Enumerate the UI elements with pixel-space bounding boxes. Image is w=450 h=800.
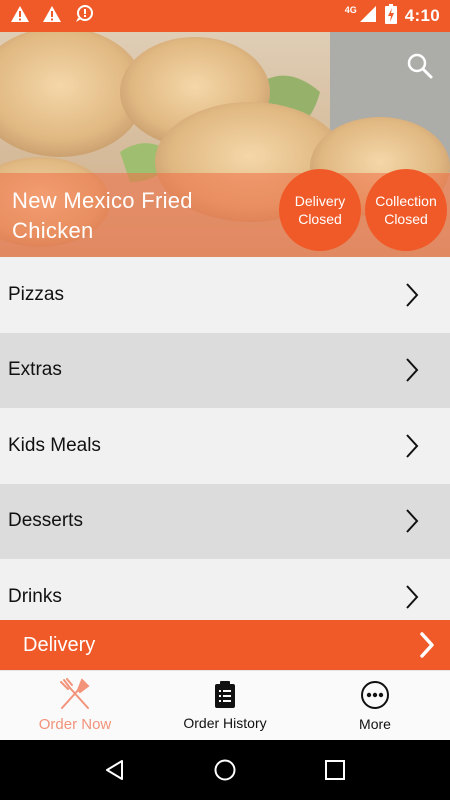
signal-icon [359,5,377,28]
network-type: 4G [344,5,357,15]
delivery-mode-button[interactable]: Delivery [0,620,450,670]
back-triangle-icon [106,760,123,780]
chevron-right-icon [406,509,419,533]
delivery-status-badge: Delivery Closed [279,169,361,251]
tab-order-now[interactable]: Order Now [0,671,150,740]
chevron-right-icon [406,358,419,382]
tab-more[interactable]: More [300,671,450,740]
clipboard-icon [215,680,235,708]
chevron-right-icon [406,434,419,458]
collection-status-label: Collection [375,193,437,209]
menu-category-drinks[interactable]: Drinks [0,559,450,620]
battery-charging-icon [384,3,397,29]
warning-icon [10,5,30,28]
back-button[interactable] [95,750,135,790]
category-label: Kids Meals [8,434,101,456]
category-label: Desserts [8,510,83,532]
warning-icon [42,5,62,28]
home-circle-icon [214,759,236,781]
status-bar: 4G 4:10 [0,0,450,32]
category-label: Pizzas [8,283,64,305]
clock: 4:10 [404,6,440,25]
recents-square-icon [325,760,345,780]
delivery-mode-label: Delivery [23,633,96,656]
menu-category-pizzas[interactable]: Pizzas [0,257,450,333]
fork-knife-icon [60,678,90,709]
home-button[interactable] [205,750,245,790]
tab-label: More [359,715,391,732]
recents-button[interactable] [315,750,355,790]
menu-category-kids-meals[interactable]: Kids Meals [0,408,450,484]
search-button[interactable] [404,50,436,82]
category-label: Drinks [8,585,62,607]
bottom-navigation: Order Now Order History More [0,670,450,740]
collection-status-badge: Collection Closed [365,169,447,251]
restaurant-header: New Mexico Fried Chicken Delivery Closed… [0,32,450,257]
notification-icons [10,4,94,28]
menu-category-extras[interactable]: Extras [0,332,450,408]
alert-bubble-icon [74,4,94,28]
chevron-right-icon [420,632,434,658]
collection-status-value: Closed [384,211,428,227]
menu-category-list: Pizzas Extras Kids Meals Desserts Drinks [0,257,450,620]
search-icon [407,53,433,79]
chevron-right-icon [406,585,419,609]
restaurant-name: New Mexico Fried Chicken [12,188,193,243]
delivery-status-label: Delivery [294,193,346,209]
category-label: Extras [8,359,62,381]
tab-label: Order History [183,714,267,731]
chevron-right-icon [406,283,419,307]
tab-label: Order Now [38,716,112,733]
delivery-status-value: Closed [298,211,342,227]
more-dots-icon [361,680,389,709]
system-navigation-bar [0,740,450,800]
tab-order-history[interactable]: Order History [150,671,300,740]
menu-category-desserts[interactable]: Desserts [0,483,450,559]
